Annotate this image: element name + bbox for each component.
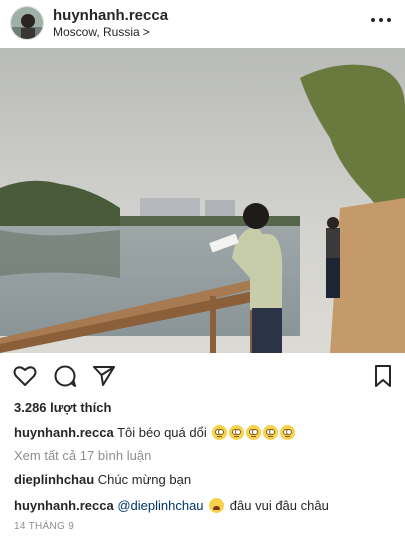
comment-icon[interactable] (52, 363, 78, 389)
location-label: Moscow, Russia (53, 25, 140, 39)
comment-username[interactable]: dieplinhchau (14, 472, 94, 487)
comment: huynhanh.recca @dieplinhchau đâu vui đâu… (14, 498, 329, 513)
comment-mention[interactable]: @dieplinhchau (117, 498, 203, 513)
rolling-eyes-emoji (229, 425, 245, 440)
comment: dieplinhchau Chúc mừng bạn (14, 472, 191, 487)
post-date: 14 THÁNG 9 (14, 521, 75, 532)
view-all-comments-link[interactable]: Xem tất cả 17 bình luận (14, 448, 151, 463)
caption-username[interactable]: huynhanh.recca (14, 425, 114, 440)
post-location[interactable]: Moscow, Russia > (53, 25, 150, 39)
comment-username[interactable]: huynhanh.recca (14, 498, 114, 513)
post-username[interactable]: huynhanh.recca (53, 7, 168, 24)
comment-text: Chúc mừng bạn (97, 472, 192, 487)
heart-icon[interactable] (12, 363, 38, 389)
action-bar (0, 363, 405, 389)
avatar[interactable] (10, 6, 44, 40)
like-count[interactable]: 3.286 lượt thích (14, 400, 111, 415)
more-icon[interactable] (371, 12, 391, 28)
comment-text: đâu vui đâu châu (229, 498, 329, 513)
chevron-right-icon: > (142, 25, 150, 39)
rolling-eyes-emoji (280, 425, 296, 440)
post-header: huynhanh.recca Moscow, Russia > (0, 0, 405, 48)
caption: huynhanh.recca Tôi béo quá dổi (14, 425, 296, 440)
paper-plane-icon[interactable] (91, 363, 117, 389)
rolling-eyes-emoji (246, 425, 262, 440)
tired-face-emoji (209, 498, 225, 513)
post-photo[interactable] (0, 48, 405, 353)
rolling-eyes-emoji (212, 425, 228, 440)
caption-text: Tôi béo quá dổi (117, 425, 207, 440)
rolling-eyes-emoji (263, 425, 279, 440)
bookmark-icon[interactable] (370, 363, 396, 389)
